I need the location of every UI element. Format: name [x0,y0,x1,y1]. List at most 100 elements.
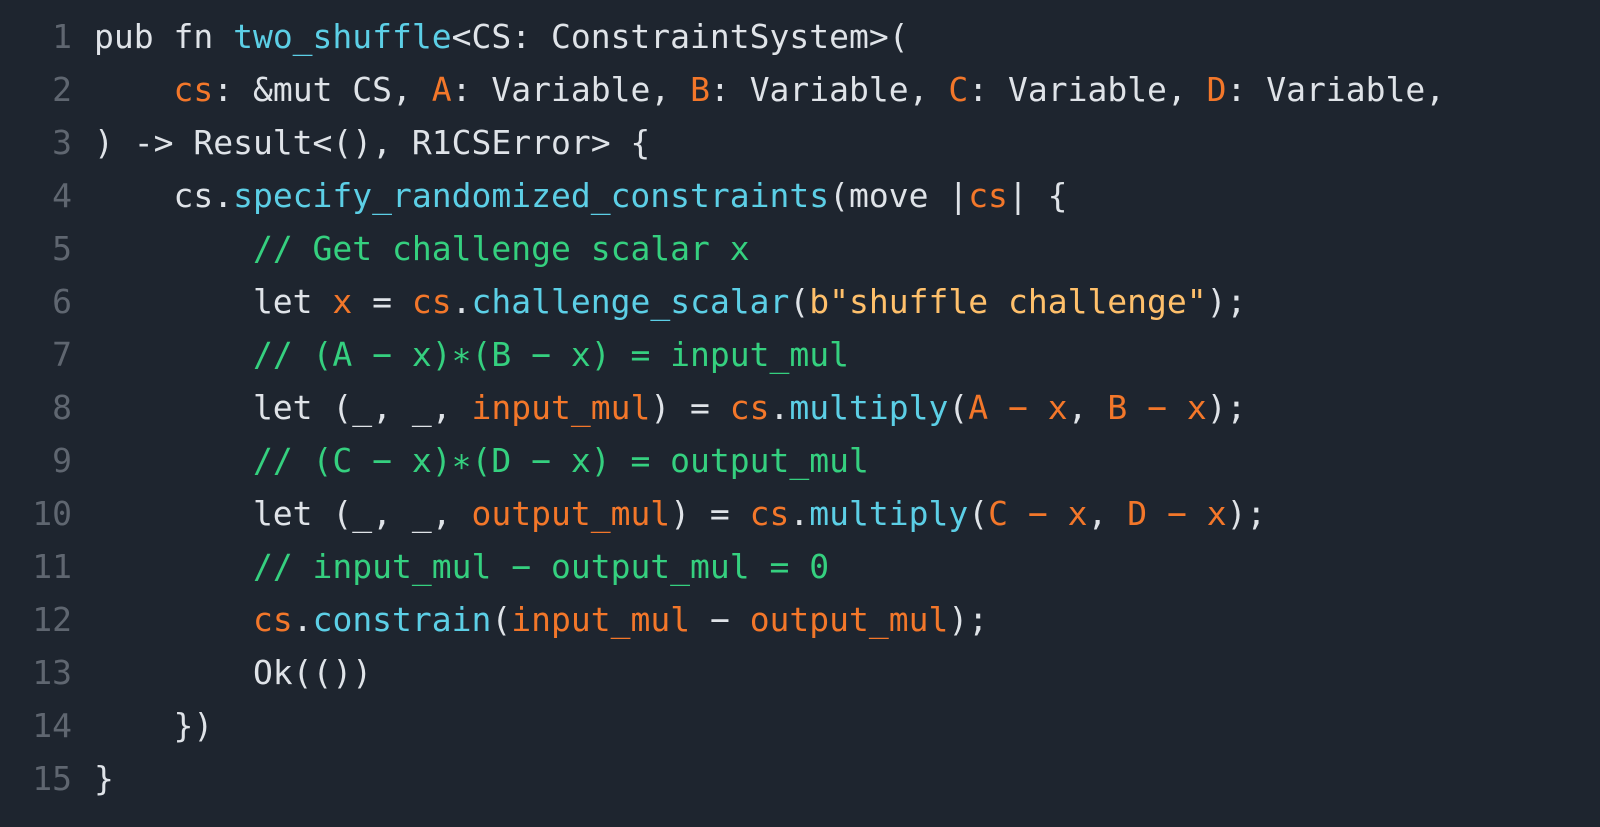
variable-name: cs [749,494,790,533]
function-name: specify_randomized_constraints [233,176,830,215]
code-line[interactable]: 4 cs.specify_randomized_constraints(move… [0,169,1600,222]
variable-name: output_mul [749,600,949,639]
code-line[interactable]: 3) -> Result<(), R1CSError> { [0,116,1600,169]
code-text: : Variable, [709,70,949,109]
function-name: two_shuffle [233,17,452,56]
function-name: multiply [789,388,949,427]
code-text: ( [948,388,969,427]
code-text: : Variable, [968,70,1207,109]
code-content[interactable]: } [94,752,1600,805]
code-text: ); [1206,282,1247,321]
code-line[interactable]: 1 pub fn two_shuffle<CS: ConstraintSystem… [0,10,1600,63]
line-number: 12 [32,600,72,639]
variable-name: B − x [1107,388,1207,427]
code-content[interactable]: cs.specify_randomized_constraints(move |… [94,169,1600,222]
line-number: 5 [52,229,72,268]
code-comment: // input_mul − output_mul = 0 [252,547,830,586]
line-number: 13 [32,653,72,692]
code-text: cs. [94,176,234,215]
code-text: ( [789,282,810,321]
code-line[interactable]: 9 // (C − x)∗(D − x) = output_mul [0,434,1600,487]
code-text: pub fn [94,17,234,56]
code-text: ) = [650,388,730,427]
code-text: . [451,282,472,321]
function-name: constrain [312,600,492,639]
code-content[interactable]: let (_, _, output_mul) = cs.multiply(C −… [94,487,1600,540]
variable-name: B [690,70,710,109]
code-content[interactable]: pub fn two_shuffle<CS: ConstraintSystem>… [94,10,1600,63]
code-text: : &mut CS, [213,70,432,109]
code-content[interactable]: cs: &mut CS, A: Variable, B: Variable, C… [94,63,1600,116]
code-line[interactable]: 6 let x = cs.challenge_scalar(b"shuffle … [0,275,1600,328]
code-text: : Variable, [1226,70,1446,109]
code-content[interactable]: let x = cs.challenge_scalar(b"shuffle ch… [94,275,1600,328]
code-line[interactable]: 11 // input_mul − output_mul = 0 [0,540,1600,593]
variable-name: A − x [968,388,1068,427]
code-content[interactable]: let (_, _, input_mul) = cs.multiply(A − … [94,381,1600,434]
code-content[interactable]: // (A − x)∗(B − x) = input_mul [94,328,1600,381]
code-content[interactable]: Ok(()) [94,646,1600,699]
function-name: multiply [809,494,969,533]
code-text: ) -> Result<(), R1CSError> { [94,123,651,162]
code-text: ( [968,494,989,533]
code-line[interactable]: 13 Ok(()) [0,646,1600,699]
variable-name: output_mul [471,494,671,533]
line-number: 2 [52,70,72,109]
variable-name: cs [729,388,770,427]
code-line[interactable]: 12 cs.constrain(input_mul − output_mul); [0,593,1600,646]
code-text: − [690,600,750,639]
code-comment: // Get challenge scalar x [252,229,750,268]
code-text: ); [948,600,989,639]
code-text: }) [94,706,214,745]
code-line[interactable]: 7 // (A − x)∗(B − x) = input_mul [0,328,1600,381]
code-text: : Variable, [451,70,691,109]
code-text: ) = [670,494,750,533]
code-line[interactable]: 2 cs: &mut CS, A: Variable, B: Variable,… [0,63,1600,116]
code-line[interactable]: 8 let (_, _, input_mul) = cs.multiply(A … [0,381,1600,434]
code-line[interactable]: 10 let (_, _, output_mul) = cs.multiply(… [0,487,1600,540]
code-text: ); [1206,388,1247,427]
line-number: 15 [32,759,72,798]
variable-name: input_mul [471,388,651,427]
line-number: 7 [52,335,72,374]
code-text: . [789,494,810,533]
variable-name: input_mul [511,600,691,639]
code-text: = [352,282,412,321]
code-line[interactable]: 14 }) [0,699,1600,752]
line-number: 4 [52,176,72,215]
variable-name: cs [252,600,293,639]
line-number: 6 [52,282,72,321]
code-content[interactable]: ) -> Result<(), R1CSError> { [94,116,1600,169]
code-content[interactable]: // (C − x)∗(D − x) = output_mul [94,434,1600,487]
code-text: (move | [829,176,969,215]
function-name: challenge_scalar [471,282,790,321]
code-content[interactable]: }) [94,699,1600,752]
code-content[interactable]: // input_mul − output_mul = 0 [94,540,1600,593]
code-text: ); [1226,494,1267,533]
variable-name: C [948,70,969,109]
code-line[interactable]: 5 // Get challenge scalar x [0,222,1600,275]
code-line[interactable]: 15} [0,752,1600,805]
string-literal: b"shuffle challenge" [809,282,1207,321]
code-comment: // (A − x)∗(B − x) = input_mul [252,335,849,374]
code-content[interactable]: // Get challenge scalar x [94,222,1600,275]
code-text: Ok(()) [94,653,373,692]
variable-name: C − x [988,494,1088,533]
code-text: . [769,388,790,427]
code-text: let [94,282,333,321]
line-number: 1 [52,17,72,56]
line-number: 8 [52,388,72,427]
variable-name: x [332,282,353,321]
line-number: 9 [52,441,72,480]
variable-name: A [431,70,452,109]
line-number: 11 [32,547,72,586]
code-text: let (_, _, [94,494,472,533]
code-editor[interactable]: 1 pub fn two_shuffle<CS: ConstraintSystem… [0,0,1600,827]
code-content[interactable]: cs.constrain(input_mul − output_mul); [94,593,1600,646]
